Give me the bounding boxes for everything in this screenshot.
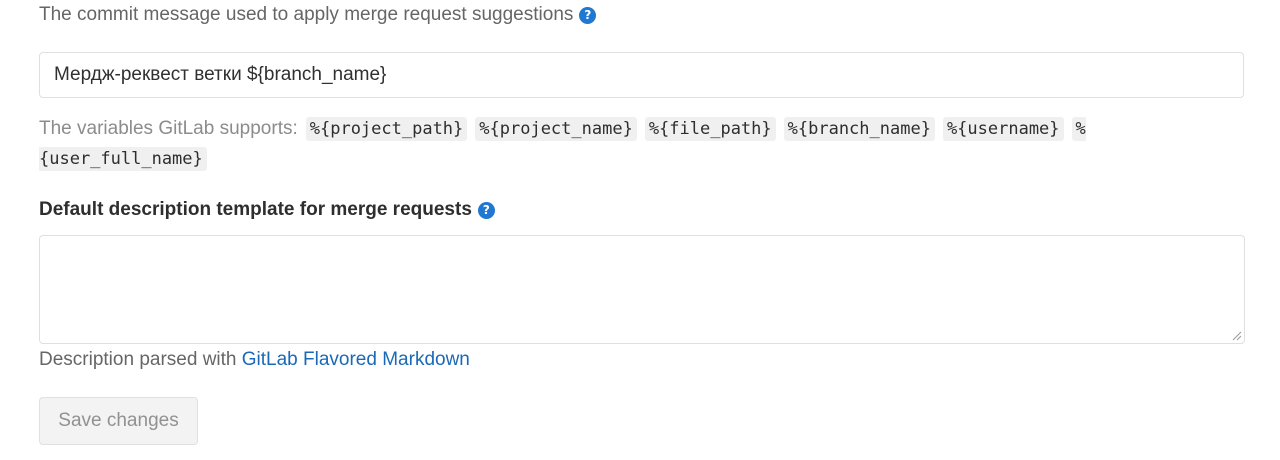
markdown-docs-link[interactable]: GitLab Flavored Markdown: [242, 349, 470, 370]
description-template-textarea[interactable]: [39, 235, 1245, 344]
suggestions-help-label: The commit message used to apply merge r…: [39, 4, 574, 25]
suggestions-help-text: The commit message used to apply merge r…: [39, 3, 597, 27]
suggestion-commit-message-input[interactable]: Мердж-реквест ветки ${branch_name}: [39, 52, 1244, 98]
resize-handle-icon[interactable]: [1231, 330, 1242, 341]
question-circle-icon[interactable]: ?: [477, 202, 495, 219]
variable-code: %{project_path}: [305, 117, 468, 141]
save-changes-button[interactable]: Save changes: [39, 397, 198, 445]
description-template-label: Default description template for merge r…: [39, 199, 472, 220]
question-circle-icon[interactable]: ?: [579, 7, 597, 24]
variable-code: %{branch_name}: [783, 117, 935, 141]
description-template-title: Default description template for merge r…: [39, 198, 495, 222]
variable-code: %{username}: [942, 117, 1064, 141]
merge-request-settings: The commit message used to apply merge r…: [0, 0, 1280, 460]
variable-code: %{file_path}: [644, 117, 776, 141]
markdown-hint: Description parsed with GitLab Flavored …: [39, 348, 470, 372]
variable-code: %{project_name}: [475, 117, 637, 141]
supported-variables-label: The variables GitLab supports:: [39, 118, 298, 139]
supported-variables: The variables GitLab supports: %{project_…: [39, 114, 1169, 174]
suggestion-commit-message-value: Мердж-реквест ветки ${branch_name}: [54, 64, 387, 85]
markdown-hint-prefix: Description parsed with: [39, 349, 237, 370]
